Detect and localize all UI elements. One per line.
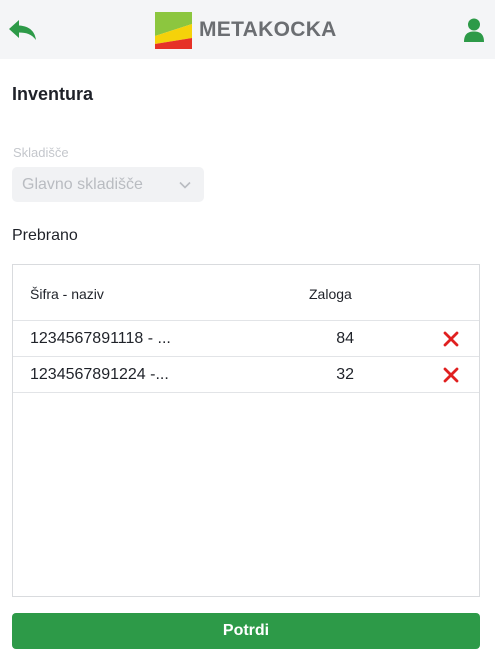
chevron-down-icon: [179, 181, 191, 189]
page-title: Inventura: [12, 84, 94, 104]
delete-row-button[interactable]: [443, 367, 459, 383]
counted-table: Šifra - naziv Zaloga 1234567891118 - ...…: [12, 264, 480, 597]
user-icon: [464, 18, 484, 42]
back-arrow-icon: [9, 20, 36, 40]
back-button[interactable]: [6, 15, 40, 45]
column-header-code: Šifra - naziv: [30, 286, 104, 302]
column-header-stock: Zaloga: [309, 286, 352, 302]
row-stock: 32: [336, 366, 354, 383]
user-button[interactable]: [462, 17, 486, 43]
row-code: 1234567891224 -...: [30, 366, 169, 383]
table-header: Šifra - naziv Zaloga: [13, 265, 479, 321]
warehouse-label: Skladišče: [13, 145, 69, 160]
table-row: 1234567891224 -... 32: [13, 357, 479, 393]
brand-name: METAKOCKA: [199, 18, 337, 41]
logo-mark-icon: [155, 11, 192, 49]
app-header: METAKOCKA: [0, 0, 495, 59]
warehouse-select[interactable]: Glavno skladišče: [12, 167, 204, 202]
counted-label: Prebrano: [12, 227, 78, 244]
confirm-button[interactable]: Potrdi: [12, 613, 480, 649]
delete-row-button[interactable]: [443, 331, 459, 347]
warehouse-selected-value: Glavno skladišče: [22, 175, 143, 193]
brand-logo: METAKOCKA: [155, 11, 337, 49]
table-row: 1234567891118 - ... 84: [13, 321, 479, 357]
row-stock: 84: [336, 330, 354, 347]
row-code: 1234567891118 - ...: [30, 330, 171, 347]
